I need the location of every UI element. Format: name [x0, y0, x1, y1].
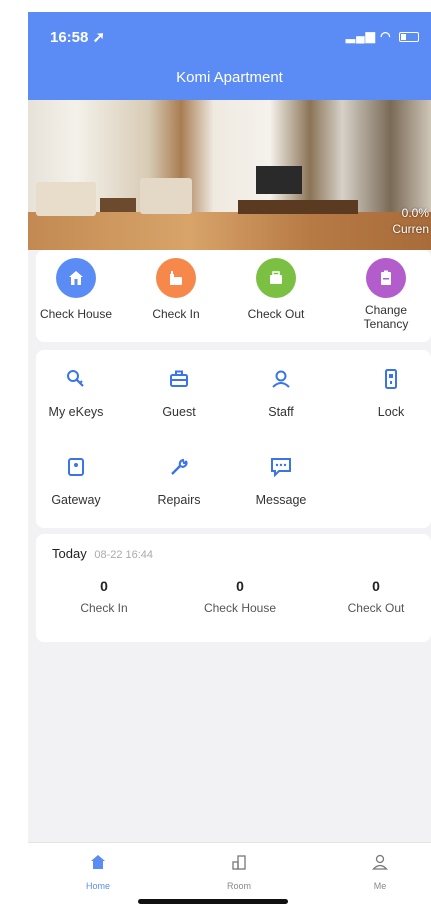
my-ekeys-button[interactable]: My eKeys — [36, 368, 116, 419]
change-tenancy-icon — [366, 258, 406, 298]
occupancy-percent: 0.0% — [401, 206, 429, 220]
message-label: Message — [255, 493, 307, 507]
tab-bar: Home Room Me — [28, 842, 431, 920]
check-out-button[interactable]: Check Out — [236, 258, 316, 321]
my-ekeys-label: My eKeys — [48, 405, 104, 419]
stat-label: Check In — [80, 601, 128, 615]
tv-shape — [256, 166, 302, 194]
sofa-shape — [36, 182, 96, 216]
wrench-icon — [171, 458, 188, 475]
gateway-label: Gateway — [51, 493, 101, 507]
gateway-button[interactable]: Gateway — [36, 456, 116, 507]
today-summary-card: Today 08-22 16:44 0 Check In 0 Check Hou… — [36, 534, 431, 642]
quick-actions-card: Check House Check In Check Out Change Te… — [36, 250, 431, 342]
header: 16:58 ➚ ▂▄▆ ◠ Komi Apartment — [28, 12, 431, 100]
person-icon — [372, 854, 388, 870]
check-in-icon — [156, 258, 196, 298]
today-timestamp: 08-22 16:44 — [94, 549, 154, 561]
check-out-icon — [256, 258, 296, 298]
guest-button[interactable]: Guest — [139, 368, 219, 419]
room-photo-banner[interactable]: 0.0% Curren — [28, 100, 431, 250]
signal-icon: ▂▄▆ — [345, 29, 376, 43]
stat-check-in[interactable]: 0 Check In — [44, 578, 164, 615]
gateway-icon — [68, 458, 84, 476]
today-header: Today 08-22 16:44 — [52, 546, 153, 561]
armchair-shape — [140, 178, 192, 214]
tools-grid: My eKeys Guest Staff Lock Gateway Repair… — [36, 350, 431, 528]
briefcase-icon — [170, 370, 188, 387]
tab-room[interactable]: Room — [199, 853, 279, 891]
bench-shape — [238, 200, 358, 214]
stat-label: Check Out — [347, 601, 405, 615]
stat-check-out[interactable]: 0 Check Out — [316, 578, 431, 615]
table-shape — [100, 198, 136, 212]
stat-value: 0 — [100, 578, 108, 594]
check-out-label: Check Out — [247, 307, 305, 321]
guest-label: Guest — [162, 405, 196, 419]
message-icon — [271, 458, 291, 478]
house-icon — [56, 258, 96, 298]
repairs-label: Repairs — [157, 493, 201, 507]
room-icon — [232, 855, 246, 870]
tab-room-label: Room — [226, 881, 251, 891]
repairs-button[interactable]: Repairs — [139, 456, 219, 507]
check-in-button[interactable]: Check In — [136, 258, 216, 321]
occupancy-indicator: 0.0% Curren — [392, 205, 429, 237]
key-icon — [67, 370, 84, 387]
home-icon — [91, 855, 105, 869]
staff-button[interactable]: Staff — [241, 368, 321, 419]
check-in-label: Check In — [152, 307, 200, 321]
stat-label: Check House — [203, 601, 277, 615]
home-indicator — [138, 899, 288, 904]
lock-button[interactable]: Lock — [351, 368, 431, 419]
battery-icon — [399, 31, 419, 42]
tab-me[interactable]: Me — [340, 853, 420, 891]
floor-shape — [28, 212, 431, 250]
wifi-icon: ◠ — [380, 29, 392, 43]
status-icons: ▂▄▆ ◠ — [346, 29, 419, 43]
change-tenancy-label: Change Tenancy — [363, 303, 409, 331]
lock-label: Lock — [377, 405, 405, 419]
stat-check-house[interactable]: 0 Check House — [180, 578, 300, 615]
stat-value: 0 — [372, 578, 380, 594]
message-button[interactable]: Message — [241, 456, 321, 507]
stat-value: 0 — [236, 578, 244, 594]
check-house-label: Check House — [39, 307, 113, 321]
tab-home-label: Home — [85, 881, 110, 891]
lock-icon — [385, 369, 397, 389]
status-time: 16:58 ➚ — [50, 29, 106, 46]
check-house-button[interactable]: Check House — [36, 258, 116, 321]
change-tenancy-button[interactable]: Change Tenancy — [346, 258, 426, 331]
app-screen: 16:58 ➚ ▂▄▆ ◠ Komi Apartment 0.0% Curren… — [28, 12, 431, 920]
page-title: Komi Apartment — [176, 69, 283, 86]
tab-me-label: Me — [373, 881, 387, 891]
tab-home[interactable]: Home — [58, 853, 138, 891]
staff-icon — [272, 370, 290, 388]
today-title: Today — [52, 546, 87, 561]
occupancy-caption: Curren — [392, 222, 429, 236]
staff-label: Staff — [268, 405, 294, 419]
